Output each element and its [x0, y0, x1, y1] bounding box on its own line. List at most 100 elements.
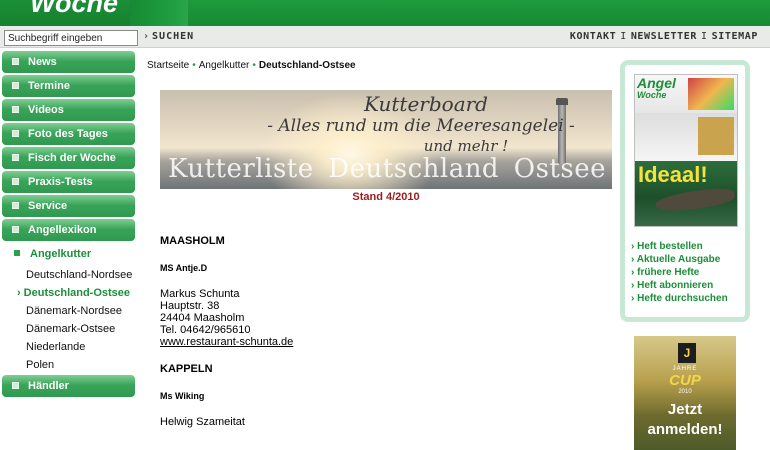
cta-line: anmelden!: [647, 421, 723, 438]
subnav-label: Niederlande: [26, 341, 86, 353]
kutter-listing: MAASHOLM MS Antje.D Markus Schunta Haupt…: [160, 235, 600, 428]
magazine-cover[interactable]: Angel Woche Ideaal!: [634, 74, 738, 227]
website-link[interactable]: www.restaurant-schunta.de: [160, 336, 293, 348]
nav-item-label: Praxis-Tests: [28, 176, 93, 188]
aktuelle-ausgabe-link[interactable]: › Aktuelle Ausgabe: [631, 253, 728, 266]
cup-logo-icon: J: [678, 343, 696, 363]
square-bullet-icon: [12, 58, 19, 65]
subnav-label: Dänemark-Ostsee: [26, 323, 116, 335]
nav-item-label: Händler: [28, 380, 69, 392]
nav-item-angelkutter[interactable]: Angelkutter: [2, 243, 135, 265]
nav-item-angellexikon[interactable]: Angellexikon: [2, 219, 135, 241]
breadcrumb-home[interactable]: Startseite: [147, 60, 189, 71]
cta-line: Jetzt: [667, 401, 703, 418]
banner-word: Deutschland: [328, 154, 500, 184]
hefte-durchsuchen-link[interactable]: › Hefte durchsuchen: [631, 292, 728, 305]
fish-image: [654, 185, 736, 215]
boat-name: Ms Wiking: [160, 391, 205, 401]
magazine-links: › Heft bestellen › Aktuelle Ausgabe › fr…: [631, 240, 728, 305]
square-bullet-icon: [12, 130, 19, 137]
nav-item-haendler[interactable]: Händler: [2, 375, 135, 397]
nav-item-service[interactable]: Service: [2, 195, 135, 217]
separator: I: [620, 31, 627, 42]
logo-edge: [130, 0, 188, 26]
nav-item-label: Fisch der Woche: [28, 152, 116, 164]
breadcrumb: Startseite • Angelkutter • Deutschland-Ostse…: [147, 60, 617, 71]
square-bullet-icon: [12, 82, 19, 89]
region-heading: KAPPELN: [160, 363, 213, 375]
logo-text: Woche: [30, 0, 119, 18]
nav-item-label: Angelkutter: [30, 248, 92, 260]
nav-item-termine[interactable]: Termine: [2, 75, 135, 97]
subnav-label: Dänemark-Nordsee: [26, 305, 122, 317]
anmelden-button[interactable]: Jetzt anmelden!: [634, 400, 736, 440]
banner-subtitle: - Alles rund um die Meeresangelei -: [267, 116, 575, 136]
square-bullet-icon: [12, 178, 19, 185]
subnav-niederlande[interactable]: Niederlande: [0, 338, 137, 356]
address-line: Helwig Szameitat: [160, 416, 245, 428]
breadcrumb-angelkutter[interactable]: Angelkutter: [199, 60, 250, 71]
square-bullet-icon: [12, 202, 19, 209]
address-line: Hauptstr. 38: [160, 300, 220, 312]
subnav-label: Polen: [26, 359, 55, 371]
cup-promo-banner[interactable]: J JAHRE CUP 2010 Jetzt anmelden!: [634, 336, 736, 450]
nav-item-label: Service: [28, 200, 68, 212]
link-label: Heft bestellen: [637, 241, 703, 252]
banner-word: Ostsee: [513, 154, 606, 184]
search-button[interactable]: › SUCHEN: [143, 31, 194, 42]
main-content: Startseite • Angelkutter • Deutschland-Ostse…: [147, 60, 617, 428]
banner-heading: Kutterliste Deutschland Ostsee: [160, 154, 612, 184]
promo-year: 2010: [678, 389, 692, 395]
cover-title: Angel Woche: [637, 76, 676, 101]
subnav-deutschland-nordsee[interactable]: Deutschland-Nordsee: [0, 266, 137, 284]
cover-photo: [698, 117, 734, 155]
newsletter-link[interactable]: NEWSLETTER: [631, 31, 697, 42]
search-input[interactable]: [4, 30, 138, 46]
site-logo[interactable]: Woche: [0, 0, 130, 26]
nav-item-label: Foto des Tages: [28, 128, 108, 140]
boat-name: MS Antje.D: [160, 263, 208, 273]
stand-date: Stand 4/2010: [352, 191, 420, 203]
heft-bestellen-link[interactable]: › Heft bestellen: [631, 240, 728, 253]
boat-address: Helwig Szameitat: [160, 416, 600, 428]
link-label: Hefte durchsuchen: [637, 293, 728, 304]
square-bullet-icon: [12, 154, 19, 161]
magazine-box: Angel Woche Ideaal! › Heft bestellen › Ak…: [620, 60, 750, 322]
arrow-icon: ›: [17, 287, 21, 299]
link-label: Heft abonnieren: [637, 280, 714, 291]
fruehere-hefte-link[interactable]: › frühere Hefte: [631, 266, 728, 279]
address-line: Markus Schunta: [160, 288, 240, 300]
heft-abonnieren-link[interactable]: › Heft abonnieren: [631, 279, 728, 292]
subnav-daenemark-ostsee[interactable]: Dänemark-Ostsee: [0, 320, 137, 338]
nav-item-foto-des-tages[interactable]: Foto des Tages: [2, 123, 135, 145]
cover-headline: Ideaal!: [638, 162, 708, 187]
banner-title: Kutterboard: [364, 92, 488, 116]
nav-item-praxis-tests[interactable]: Praxis-Tests: [2, 171, 135, 193]
link-label: Aktuelle Ausgabe: [636, 254, 721, 265]
breadcrumb-separator: •: [252, 60, 256, 71]
address-line: Tel. 04642/965610: [160, 324, 251, 336]
arrow-icon: ›: [143, 31, 151, 42]
cover-headline-area: Ideaal!: [635, 161, 737, 226]
nav-item-videos[interactable]: Videos: [2, 99, 135, 121]
nav-item-label: News: [28, 56, 57, 68]
cover-middle: [635, 113, 737, 161]
promo-cup: CUP: [669, 372, 701, 389]
subnav-label: Deutschland-Nordsee: [26, 269, 133, 281]
search-bar: ›SUCHEN KONTAKT I NEWSLETTER I SITEMAP: [0, 26, 770, 48]
separator: I: [701, 31, 708, 42]
breadcrumb-current: Deutschland-Ostsee: [258, 60, 356, 71]
nav-item-news[interactable]: News: [2, 51, 135, 73]
subnav-polen[interactable]: Polen: [0, 356, 137, 374]
subnav-deutschland-ostsee[interactable]: › Deutschland-Ostsee: [0, 284, 137, 302]
banner-tagline: und mehr !: [423, 137, 509, 155]
subnav-daenemark-nordsee[interactable]: Dänemark-Nordsee: [0, 302, 137, 320]
kutterboard-banner: Kutterboard - Alles rund um die Meeresan…: [160, 90, 612, 189]
top-links: KONTAKT I NEWSLETTER I SITEMAP: [570, 31, 758, 42]
sitemap-link[interactable]: SITEMAP: [712, 31, 758, 42]
nav-item-fisch-der-woche[interactable]: Fisch der Woche: [2, 147, 135, 169]
cover-top: Angel Woche: [635, 75, 737, 113]
address-line: 24404 Maasholm: [160, 312, 245, 324]
kontakt-link[interactable]: KONTAKT: [570, 31, 616, 42]
nav-item-label: Termine: [28, 80, 70, 92]
